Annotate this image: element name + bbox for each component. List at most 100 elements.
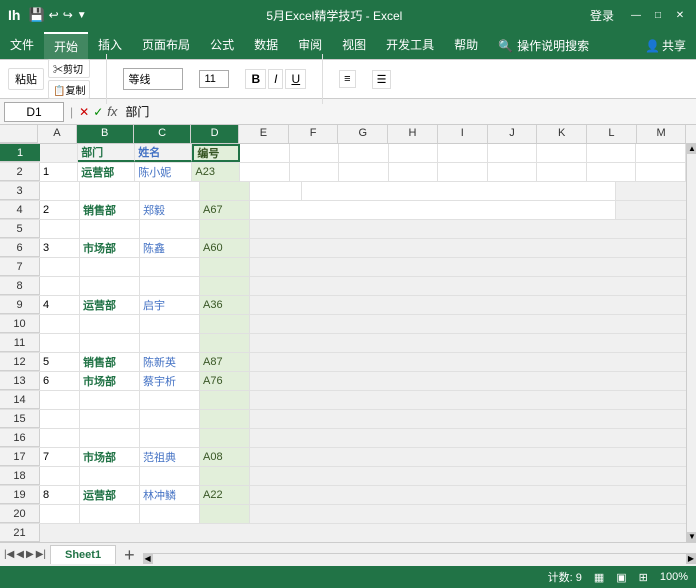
cell-b6[interactable]: 市场部 [80,239,140,257]
cell-c16[interactable] [140,429,200,447]
row-header-12[interactable]: 12 [0,353,40,371]
cell-d5[interactable] [200,220,250,238]
col-header-c[interactable]: C [134,125,191,143]
cell-b16[interactable] [80,429,140,447]
cell-m1[interactable] [636,144,686,162]
cell-a9[interactable]: 4 [40,296,80,314]
cell-a19[interactable]: 8 [40,486,80,504]
cell-b5[interactable] [80,220,140,238]
cell-d15[interactable] [200,410,250,428]
row-header-9[interactable]: 9 [0,296,40,314]
cell-a4[interactable]: 2 [40,201,80,219]
row-header-20[interactable]: 20 [0,505,40,523]
tab-formulas[interactable]: 公式 [200,32,244,59]
quick-access-extra[interactable]: ▼ [77,10,87,21]
row-header-2[interactable]: 2 [0,163,40,181]
cell-c14[interactable] [140,391,200,409]
row-header-14[interactable]: 14 [0,391,40,409]
cell-d10[interactable] [200,315,250,333]
cell-d4[interactable]: A67 [200,201,250,219]
cell-c5[interactable] [140,220,200,238]
cell-a10[interactable] [40,315,80,333]
cell-b11[interactable] [80,334,140,352]
cell-d8[interactable] [200,277,250,295]
formula-cancel[interactable]: ✕ [79,105,89,119]
cell-c11[interactable] [140,334,200,352]
tab-help[interactable]: 帮助 [444,32,488,59]
tab-search[interactable]: 🔍操作说明搜索 [488,32,599,59]
col-header-l[interactable]: L [587,125,637,143]
cell-c1[interactable]: 姓名 [135,144,192,162]
cell-d3[interactable] [200,182,250,200]
cell-c7[interactable] [140,258,200,276]
cell-c17[interactable]: 范祖典 [140,448,200,466]
cell-b20[interactable] [80,505,140,523]
cell-a2[interactable]: 1 [40,163,78,181]
cell-a14[interactable] [40,391,80,409]
cell-c6[interactable]: 陈鑫 [140,239,200,257]
col-header-k[interactable]: K [537,125,587,143]
cell-j1[interactable] [488,144,538,162]
cell-a16[interactable] [40,429,80,447]
cell-g1[interactable] [339,144,389,162]
cell-b18[interactable] [80,467,140,485]
cell-d7[interactable] [200,258,250,276]
tab-review[interactable]: 审阅 [288,32,332,59]
tab-file[interactable]: 文件 [0,32,44,59]
cell-a18[interactable] [40,467,80,485]
cell-a20[interactable] [40,505,80,523]
cell-a1[interactable] [40,144,78,162]
sheet-next-button[interactable]: ▶ [26,549,34,560]
font-size-select[interactable]: 11 [199,70,229,88]
cell-l1[interactable] [587,144,637,162]
cell-k1[interactable] [537,144,587,162]
cell-b7[interactable] [80,258,140,276]
font-name-select[interactable]: 等线 [123,68,183,90]
formula-input[interactable] [121,102,692,122]
row-header-4[interactable]: 4 [0,201,40,219]
vertical-scrollbar[interactable]: ▲ ▼ [686,144,696,542]
cell-d19[interactable]: A22 [200,486,250,504]
cell-a11[interactable] [40,334,80,352]
col-header-g[interactable]: G [338,125,388,143]
share-button[interactable]: 👤共享 [635,32,696,59]
underline-button[interactable]: U [285,69,306,89]
minimize-button[interactable]: — [628,7,644,23]
cell-i2[interactable] [438,163,488,181]
cell-k2[interactable] [537,163,587,181]
row-header-13[interactable]: 13 [0,372,40,390]
sheet-first-button[interactable]: |◀ [4,549,14,560]
copy-button[interactable]: 📋复制 [48,80,90,99]
cell-c19[interactable]: 林冲鳞 [140,486,200,504]
scroll-down-button[interactable]: ▼ [687,532,696,542]
scroll-up-button[interactable]: ▲ [687,144,696,154]
add-sheet-button[interactable]: + [116,543,143,567]
cell-b15[interactable] [80,410,140,428]
horizontal-scrollbar[interactable]: ◀ ▶ [143,553,696,563]
row-header-6[interactable]: 6 [0,239,40,257]
cell-b4[interactable]: 销售部 [80,201,140,219]
tab-view[interactable]: 视图 [332,32,376,59]
row-header-7[interactable]: 7 [0,258,40,276]
name-box[interactable] [4,102,64,122]
row-header-5[interactable]: 5 [0,220,40,238]
cell-a3[interactable] [40,182,80,200]
formula-confirm[interactable]: ✓ [93,105,103,119]
cell-c2[interactable]: 陈小妮 [135,163,192,181]
sheet-prev-button[interactable]: ◀ [16,549,24,560]
cell-b1[interactable]: 部门 [78,144,135,162]
cell-d2[interactable]: A23 [192,163,240,181]
cell-i1[interactable] [438,144,488,162]
sheet-tab-sheet1[interactable]: Sheet1 [50,545,116,564]
maximize-button[interactable]: □ [650,7,666,23]
row-header-19[interactable]: 19 [0,486,40,504]
cell-c10[interactable] [140,315,200,333]
row-header-18[interactable]: 18 [0,467,40,485]
row-header-1[interactable]: 1 [0,144,40,162]
cell-d16[interactable] [200,429,250,447]
quick-access-undo[interactable]: ↩ [49,8,59,22]
col-header-d[interactable]: D [191,125,239,143]
login-button[interactable]: 登录 [582,5,622,26]
cell-e2[interactable] [240,163,290,181]
cell-a15[interactable] [40,410,80,428]
